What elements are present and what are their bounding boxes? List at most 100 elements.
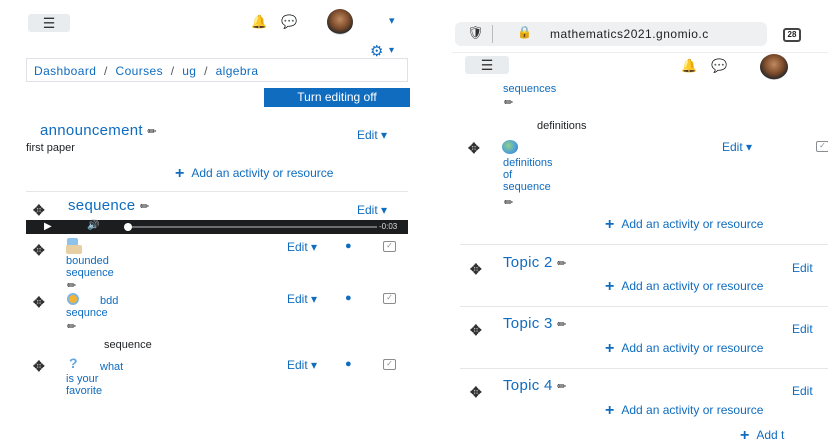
volume-icon[interactable]: 🔊: [87, 220, 99, 231]
section-title-announcement[interactable]: announcement ✏: [40, 122, 157, 139]
pencil-icon[interactable]: ✏: [67, 320, 76, 333]
activity-name[interactable]: definitions of sequence: [503, 157, 553, 193]
plus-icon: +: [605, 402, 615, 419]
plus-icon: +: [605, 278, 615, 295]
left-screenshot: ☰ 🔔 💬 ▾ ⚙ ▾ Dashboard / Courses / ug / a…: [0, 0, 418, 439]
audio-progress-handle[interactable]: [124, 223, 132, 231]
address-bar[interactable]: 🛡 🔒 mathematics2021.gnomio.c: [455, 22, 767, 46]
divider: [492, 25, 493, 43]
gear-caret[interactable]: ▾: [389, 45, 394, 56]
hamburger-menu-button[interactable]: ☰: [28, 14, 70, 32]
audio-time: -0:03: [379, 222, 398, 231]
section-title-topic-3[interactable]: Topic 3 ✏: [503, 315, 567, 332]
section-summary: first paper: [26, 142, 75, 154]
divider: [460, 244, 828, 245]
activity-edit-menu[interactable]: Edit ▾: [287, 358, 317, 372]
completion-checkbox[interactable]: ✓: [383, 241, 396, 252]
turn-editing-off-button[interactable]: Turn editing off: [264, 88, 410, 107]
chat-icon[interactable]: 💬: [711, 58, 727, 74]
bell-icon[interactable]: 🔔: [251, 14, 267, 30]
move-icon[interactable]: ✥: [468, 140, 480, 157]
shield-icon[interactable]: 🛡: [467, 25, 484, 41]
section-title-topic-4[interactable]: Topic 4 ✏: [503, 377, 567, 394]
label-text: definitions: [537, 120, 587, 132]
url-text[interactable]: mathematics2021.gnomio.c: [550, 27, 709, 41]
move-icon[interactable]: ✥: [33, 202, 45, 219]
move-icon[interactable]: ✥: [33, 358, 45, 375]
plus-icon: +: [605, 340, 615, 357]
label-text: sequence: [104, 339, 152, 351]
breadcrumb-separator: /: [204, 64, 208, 78]
move-icon[interactable]: ✥: [33, 294, 45, 311]
move-icon[interactable]: ✥: [470, 261, 482, 278]
section-edit-menu[interactable]: Edit ▾: [357, 128, 387, 142]
move-icon[interactable]: ✥: [33, 242, 45, 259]
breadcrumb-dashboard[interactable]: Dashboard: [34, 64, 96, 78]
activity-name[interactable]: sequences: [503, 83, 556, 95]
plus-icon: +: [605, 216, 615, 233]
pencil-icon[interactable]: ✏: [557, 319, 567, 331]
add-activity-link[interactable]: + Add an activity or resource: [605, 340, 763, 358]
activity-edit-menu[interactable]: Edit ▾: [722, 140, 752, 154]
breadcrumb-separator: /: [170, 64, 175, 78]
section-title-topic-2[interactable]: Topic 2 ✏: [503, 254, 567, 271]
section-edit-menu[interactable]: Edit: [792, 384, 813, 398]
person-icon[interactable]: ●: [345, 240, 352, 252]
audio-progress-track[interactable]: [124, 223, 377, 231]
activity-name[interactable]: what is your favorite: [66, 361, 123, 397]
breadcrumb: Dashboard / Courses / ug / algebra: [26, 58, 408, 82]
breadcrumb-ug[interactable]: ug: [182, 64, 196, 78]
completion-checkbox[interactable]: ✓: [383, 359, 396, 370]
avatar[interactable]: [327, 9, 353, 35]
pencil-icon[interactable]: ✏: [147, 126, 157, 138]
hamburger-icon: ☰: [480, 57, 494, 73]
file-icon: [66, 238, 83, 254]
chat-icon[interactable]: 💬: [281, 14, 297, 30]
divider: [460, 306, 828, 307]
divider: [460, 368, 828, 369]
add-activity-link[interactable]: + Add an activity or resource: [605, 278, 763, 296]
pencil-icon[interactable]: ✏: [504, 96, 513, 109]
move-icon[interactable]: ✥: [470, 384, 482, 401]
lock-icon: 🔒: [517, 25, 532, 39]
section-title-sequence[interactable]: sequence ✏: [68, 197, 149, 214]
url-resource-icon: [502, 140, 518, 154]
breadcrumb-courses[interactable]: Courses: [116, 64, 163, 78]
activity-edit-menu[interactable]: Edit ▾: [287, 292, 317, 306]
pencil-icon[interactable]: ✏: [67, 279, 76, 292]
activity-name[interactable]: bounded sequence: [66, 255, 114, 279]
audio-player: ▶ 🔊 -0:03: [26, 220, 408, 234]
person-icon[interactable]: ●: [345, 358, 352, 370]
hamburger-icon: ☰: [42, 15, 56, 31]
add-activity-link[interactable]: + Add an activity or resource: [605, 216, 763, 234]
section-edit-menu[interactable]: Edit: [792, 322, 813, 336]
pencil-icon[interactable]: ✏: [140, 201, 150, 213]
move-icon[interactable]: ✥: [470, 322, 482, 339]
tab-count-button[interactable]: 28: [783, 28, 801, 42]
completion-checkbox[interactable]: ✓: [383, 293, 396, 304]
completion-checkbox[interactable]: ✓: [816, 141, 828, 152]
add-activity-link[interactable]: + Add an activity or resource: [605, 402, 763, 420]
user-menu-caret[interactable]: ▾: [389, 14, 395, 27]
activity-name[interactable]: bdd sequnce: [66, 295, 118, 319]
right-screenshot: 🛡 🔒 mathematics2021.gnomio.c 28 ☰ 🔔 💬 se…: [452, 0, 828, 439]
add-activity-link[interactable]: + Add an activity or resource: [175, 165, 333, 183]
divider: [26, 191, 408, 192]
avatar[interactable]: [760, 54, 788, 80]
add-section-link[interactable]: + Add t: [740, 427, 784, 439]
section-edit-menu[interactable]: Edit ▾: [357, 203, 387, 217]
pencil-icon[interactable]: ✏: [557, 258, 567, 270]
pencil-icon[interactable]: ✏: [504, 196, 513, 209]
plus-icon: +: [175, 165, 185, 182]
play-icon[interactable]: ▶: [44, 221, 52, 232]
activity-edit-menu[interactable]: Edit ▾: [287, 240, 317, 254]
breadcrumb-algebra[interactable]: algebra: [216, 64, 259, 78]
pencil-icon[interactable]: ✏: [557, 381, 567, 393]
plus-icon: +: [740, 427, 750, 439]
person-icon[interactable]: ●: [345, 292, 352, 304]
breadcrumb-separator: /: [104, 64, 108, 78]
hamburger-menu-button[interactable]: ☰: [465, 56, 509, 74]
bell-icon[interactable]: 🔔: [681, 58, 697, 74]
section-edit-menu[interactable]: Edit: [792, 261, 813, 275]
browser-toolbar: 🛡 🔒 mathematics2021.gnomio.c 28: [452, 14, 828, 53]
